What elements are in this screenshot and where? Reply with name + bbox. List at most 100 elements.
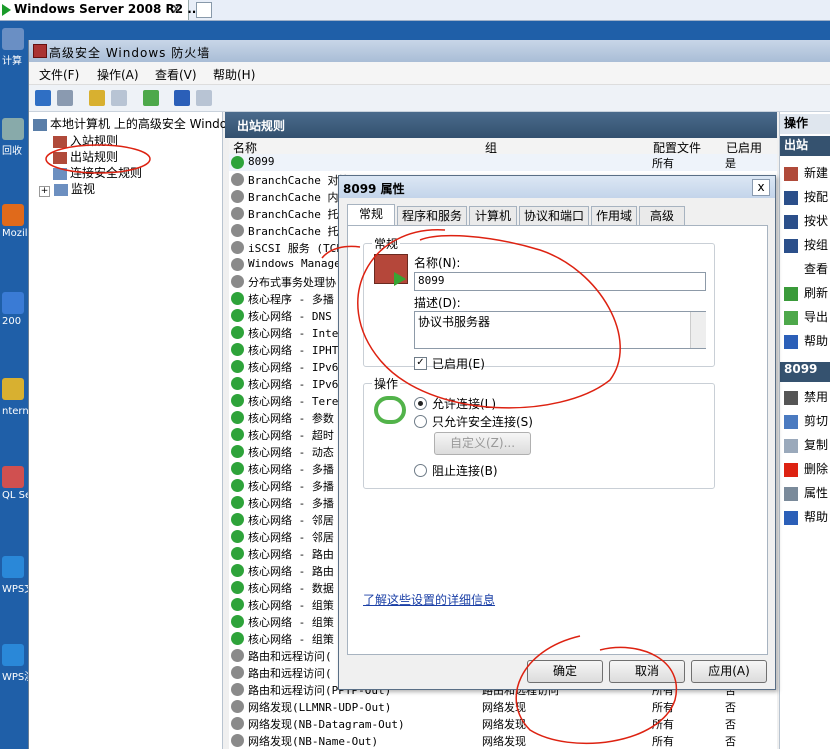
name-field[interactable]: 8099 <box>414 272 706 291</box>
menu-file[interactable]: 文件(F) <box>39 66 79 83</box>
tab-programs-services[interactable]: 程序和服务 <box>397 206 467 226</box>
ok-button[interactable]: 确定 <box>527 660 603 683</box>
action-item[interactable]: 查看 <box>784 260 828 277</box>
allow-radio[interactable] <box>414 397 427 410</box>
apply-button[interactable]: 应用(A) <box>691 660 767 683</box>
customize-button[interactable]: 自定义(Z)... <box>434 432 531 455</box>
cancel-button[interactable]: 取消 <box>609 660 685 683</box>
tree-item-inbound[interactable]: 入站规则 <box>53 132 118 149</box>
tree-item-outbound[interactable]: 出站规则 <box>53 148 118 165</box>
tree-item-connection-security[interactable]: 连接安全规则 <box>53 164 142 181</box>
desktop-app-icon <box>2 204 24 226</box>
action-item[interactable]: 帮助 <box>784 508 828 525</box>
rule-name: 路由和远程访问( <box>248 650 332 663</box>
rule-status-icon <box>231 530 244 543</box>
help-icon[interactable] <box>174 90 190 106</box>
dialog-titlebar[interactable]: 8099 属性 x <box>339 176 775 198</box>
rule-status-icon <box>231 207 244 220</box>
tab-protocols-ports[interactable]: 协议和端口 <box>519 206 589 226</box>
desktop-app-icon <box>2 118 24 140</box>
rule-enabled: 否 <box>725 735 736 748</box>
action-item[interactable]: 按配 <box>784 188 828 205</box>
rule-name: BranchCache 托管 <box>248 225 350 238</box>
actions-section-outbound[interactable]: 出站 <box>780 136 830 156</box>
vm-tab[interactable]: Windows Server 2008 R2 ... x <box>0 0 201 20</box>
action-icon <box>784 262 798 277</box>
export-icon[interactable] <box>143 90 159 106</box>
expand-icon[interactable]: + <box>39 186 50 197</box>
action-item[interactable]: 按状 <box>784 212 828 229</box>
action-item[interactable]: 复制 <box>784 436 828 453</box>
desktop-app-icon <box>2 378 24 400</box>
action-label: 刷新 <box>804 286 829 300</box>
table-row[interactable]: 网络发现(NB-Datagram-Out) 网络发现 所有 否 <box>229 715 777 732</box>
action-group: 操作 允许连接(L) 只允许安全连接(S) 自定义(Z)... 阻止连接(B) <box>363 375 715 489</box>
rule-status-icon <box>231 632 244 645</box>
rule-status-icon <box>231 666 244 679</box>
learn-more-link[interactable]: 了解这些设置的详细信息 <box>363 591 495 608</box>
tab-advanced[interactable]: 高级 <box>639 206 685 226</box>
rule-status-icon <box>231 258 244 271</box>
rule-profile: 所有 <box>652 735 674 748</box>
menu-help[interactable]: 帮助(H) <box>213 66 255 83</box>
block-radio[interactable] <box>414 464 427 477</box>
actions-section-rule[interactable]: 8099 <box>780 362 830 382</box>
action-item[interactable]: 属性 <box>784 484 828 501</box>
rule-name: 核心网络 - Tere <box>248 395 339 408</box>
rule-name: 核心网络 - 组策 <box>248 633 334 646</box>
description-scrollbar[interactable] <box>690 312 706 348</box>
action-item[interactable]: 刷新 <box>784 284 828 301</box>
tree-item-monitor[interactable]: + 监视 <box>39 180 95 197</box>
enabled-checkbox[interactable]: ✓ <box>414 357 427 370</box>
rule-status-icon <box>231 411 244 424</box>
computer-shield-icon <box>33 118 47 131</box>
forward-icon[interactable] <box>57 90 73 106</box>
menu-action[interactable]: 操作(A) <box>97 66 139 83</box>
tab-computers[interactable]: 计算机 <box>469 206 517 226</box>
rule-group: 网络发现 <box>482 735 526 748</box>
rule-status-icon <box>231 683 244 696</box>
table-row[interactable]: 网络发现(LLMNR-UDP-Out) 网络发现 所有 否 <box>229 698 777 715</box>
dialog-close-icon[interactable]: x <box>752 179 770 196</box>
desktop-app-icon <box>2 466 24 488</box>
general-tab-panel: 常规 名称(N): 8099 描述(D): 协议书服务器 ✓ 已启用(E) 操作… <box>347 225 768 655</box>
allow-secure-radio[interactable] <box>414 415 427 428</box>
rule-name: 路由和远程访问( <box>248 667 332 680</box>
action-item[interactable]: 帮助 <box>784 332 828 349</box>
action-item[interactable]: 禁用 <box>784 388 828 405</box>
rule-name: 核心网络 - IPv6 <box>248 378 339 391</box>
properties-icon[interactable] <box>196 90 212 106</box>
rule-status-icon <box>231 564 244 577</box>
action-item[interactable]: 新建 <box>784 164 828 181</box>
toolbar <box>29 85 830 112</box>
restore-icon[interactable] <box>196 2 212 18</box>
action-item[interactable]: 按组 <box>784 236 828 253</box>
table-row[interactable]: 网络发现(NB-Name-Out) 网络发现 所有 否 <box>229 732 777 749</box>
rule-name: BranchCache 托管 <box>248 208 350 221</box>
back-icon[interactable] <box>35 90 51 106</box>
rule-name: 网络发现(NB-Datagram-Out) <box>248 718 405 731</box>
menu-view[interactable]: 查看(V) <box>155 66 197 83</box>
rule-group: 网络发现 <box>482 701 526 714</box>
rule-profile: 所有 <box>652 701 674 714</box>
rule-enabled: 否 <box>725 701 736 714</box>
rule-name: 核心网络 - 参数 <box>248 412 334 425</box>
action-item[interactable]: 剪切 <box>784 412 828 429</box>
action-item[interactable]: 删除 <box>784 460 828 477</box>
close-tab-icon[interactable]: x <box>172 1 180 17</box>
description-field[interactable]: 协议书服务器 <box>414 311 706 349</box>
rule-enabled: 是 <box>725 157 736 170</box>
rule-name: 核心网络 - 路由 <box>248 548 334 561</box>
window-titlebar[interactable]: 高级安全 Windows 防火墙 <box>29 40 830 62</box>
rule-name: 网络发现(NB-Name-Out) <box>248 735 379 748</box>
action-icon <box>784 334 798 349</box>
tab-general[interactable]: 常规 <box>347 204 395 227</box>
action-label: 复制 <box>804 438 829 452</box>
action-item[interactable]: 导出 <box>784 308 828 325</box>
table-row[interactable]: 8099 所有 是 <box>229 154 777 171</box>
show-hide-tree-icon[interactable] <box>111 90 127 106</box>
menu-bar: 文件(F) 操作(A) 查看(V) 帮助(H) <box>29 62 830 85</box>
tree-root[interactable]: 本地计算机 上的高级安全 Windows <box>33 115 243 132</box>
up-folder-icon[interactable] <box>89 90 105 106</box>
tab-scope[interactable]: 作用域 <box>591 206 637 226</box>
